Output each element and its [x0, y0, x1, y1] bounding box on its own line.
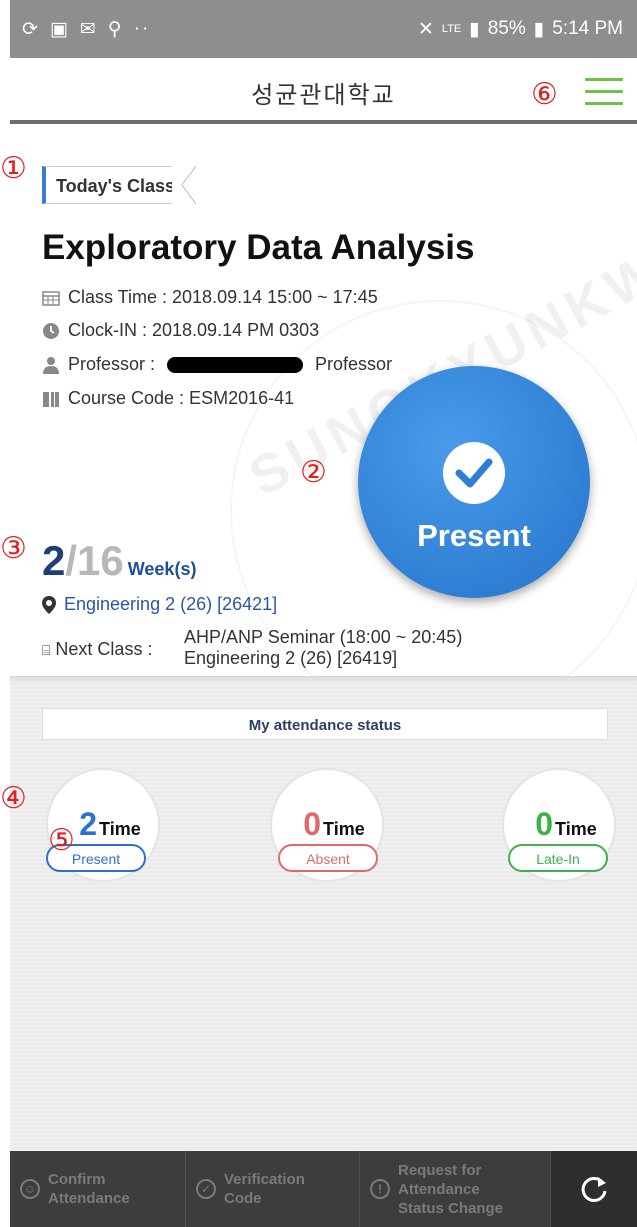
status-bar: ⟳ ▣ ✉ ⚲ ·· ✕ LTE ▮ 85% ▮ 5:14 PM: [10, 0, 637, 58]
confirm-attendance-button[interactable]: ☺ Confirm Attendance: [10, 1151, 186, 1227]
checkmark-icon: [443, 442, 505, 504]
battery-level: 85%: [487, 18, 526, 39]
refresh-icon[interactable]: [551, 1151, 637, 1227]
present-unit: Time: [99, 819, 141, 839]
late-count: 0: [535, 806, 554, 842]
class-time-row: Class Time : 2018.09.14 15:00 ~ 17:45: [42, 287, 378, 308]
bottom-nav: ☺ Confirm Attendance ✓ Verification Code !…: [10, 1151, 637, 1227]
request-status-change-button[interactable]: ! Request for Attendance Status Change: [360, 1151, 551, 1227]
marker-4: ④: [0, 781, 27, 816]
next-class-room: Engineering 2 (26) [26419]: [184, 648, 398, 668]
late-in-pill: Late-In: [508, 844, 608, 872]
hamburger-menu-icon[interactable]: [585, 78, 623, 106]
week-unit: Week(s): [127, 559, 197, 579]
request-line2: Attendance: [398, 1180, 480, 1198]
absent-pill: Absent: [278, 844, 378, 872]
request-line1: Request for: [398, 1161, 482, 1179]
next-class-label: ⌸ Next Class :: [42, 639, 152, 660]
battery-icon: ▮: [533, 18, 545, 40]
class-time: Class Time : 2018.09.14 15:00 ~ 17:45: [68, 287, 378, 307]
notification-icons: ⟳ ▣ ✉ ⚲ ··: [22, 18, 150, 41]
verification-code-button[interactable]: ✓ Verification Code: [186, 1151, 360, 1227]
request-line3: Status Change: [398, 1199, 504, 1217]
badge-tip: [172, 166, 196, 204]
attendance-panel: My attendance status 2 Time Present 0 Time…: [10, 676, 637, 1151]
mute-icon: ✕: [417, 18, 434, 40]
redacted-name: [167, 356, 304, 373]
week-indicator: 2/16 Week(s): [42, 540, 196, 582]
clock-in-row: Clock-IN : 2018.09.14 PM 0303: [42, 320, 319, 341]
more-icon: ··: [133, 18, 151, 39]
usb-icon: ⚲: [107, 18, 124, 40]
next-class-name: AHP/ANP Seminar (18:00 ~ 20:45): [184, 627, 463, 647]
absent-count: 0: [303, 806, 322, 842]
clock-in: Clock-IN : 2018.09.14 PM 0303: [68, 320, 320, 340]
mail-icon: ✉: [79, 18, 98, 40]
course-code: Course Code : ESM2016-41: [68, 388, 295, 408]
present-label: Present: [417, 518, 531, 553]
todays-class-badge: Today's Class: [42, 166, 196, 204]
check-circle-icon: ✓: [196, 1179, 216, 1199]
info-icon: !: [370, 1179, 390, 1199]
location-text[interactable]: Engineering 2 (26) [26421]: [64, 594, 277, 615]
current-week: 2: [42, 537, 66, 584]
marker-2: ②: [300, 455, 327, 490]
confirm-line1: Confirm: [48, 1171, 106, 1188]
clock-icon: [43, 322, 59, 339]
book-icon: [43, 391, 59, 407]
clock: 5:14 PM: [552, 18, 623, 39]
professor-prefix: Professor :: [68, 354, 156, 374]
attendance-heading: My attendance status: [42, 708, 608, 740]
location-row: Engineering 2 (26) [26421]: [42, 594, 277, 615]
marker-5: ⑤: [48, 823, 75, 858]
confirm-line2: Attendance: [48, 1190, 130, 1207]
calendar-icon: [42, 290, 60, 306]
lte-indicator: LTE: [441, 23, 462, 35]
present-button[interactable]: Present: [358, 366, 590, 598]
week-separator: /: [65, 537, 78, 584]
next-class-icon: ⌸: [42, 642, 51, 658]
marker-1: ①: [0, 151, 27, 186]
professor-suffix: Professor: [315, 354, 393, 374]
present-count: 2: [79, 806, 98, 842]
user-circle-icon: ☺: [20, 1179, 40, 1199]
next-class-label-text: Next Class :: [55, 639, 153, 659]
total-weeks: 16: [77, 537, 124, 584]
location-pin-icon: [42, 595, 56, 614]
person-icon: [43, 356, 59, 374]
course-title: Exploratory Data Analysis: [42, 228, 475, 267]
marker-6: ⑥: [531, 77, 558, 112]
absent-unit: Time: [323, 819, 365, 839]
verify-line1: Verification: [224, 1171, 305, 1188]
verify-line2: Code: [224, 1190, 262, 1207]
sync-icon: ⟳: [22, 18, 40, 40]
late-unit: Time: [555, 819, 597, 839]
marker-3: ③: [0, 531, 27, 566]
professor-row: Professor : Professor: [42, 354, 392, 375]
course-code-row: Course Code : ESM2016-41: [42, 388, 294, 409]
image-icon: ▣: [49, 18, 70, 40]
signal-icon: ▮: [469, 18, 480, 40]
todays-class-label: Today's Class: [56, 176, 175, 196]
